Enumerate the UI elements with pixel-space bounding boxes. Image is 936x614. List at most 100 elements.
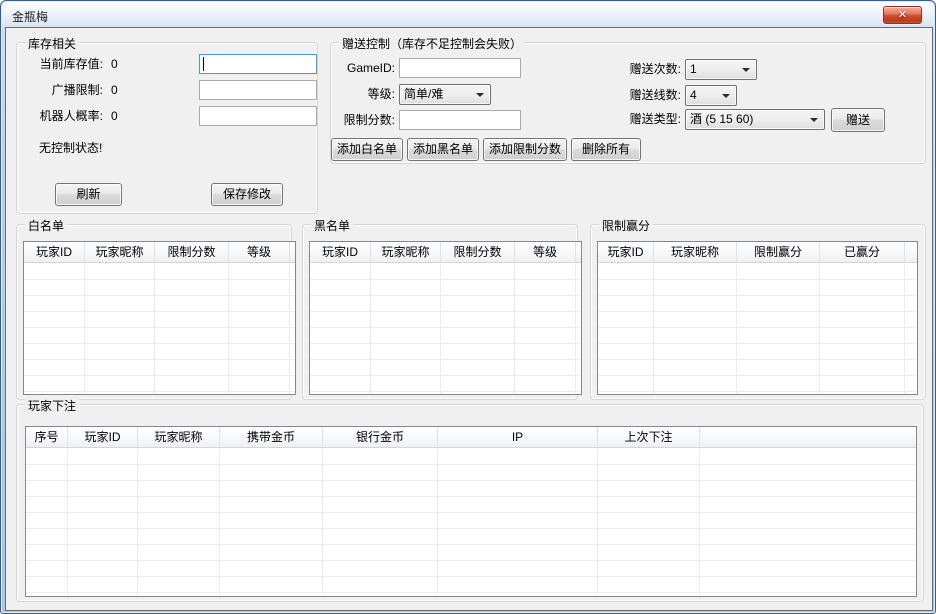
send-gift-button-label: 赠送: [846, 109, 870, 131]
column-header-limitwin-1[interactable]: 玩家昵称: [654, 242, 737, 262]
broadcast-limit-input[interactable]: [199, 80, 317, 100]
column-header-limitwin-3[interactable]: 已赢分: [820, 242, 905, 262]
save-button[interactable]: 保存修改: [211, 183, 283, 206]
add-blacklist-button[interactable]: 添加黑名单: [407, 138, 479, 161]
delete-all-button-label: 删除所有: [582, 139, 630, 160]
column-header-bets-6[interactable]: 上次下注: [598, 427, 700, 447]
table-gridline: [699, 449, 700, 596]
blacklist-table-body[interactable]: [310, 264, 581, 394]
whitelist-group: 白名单 玩家ID玩家昵称限制分数等级: [16, 224, 292, 400]
column-header-whitelist-0[interactable]: 玩家ID: [24, 242, 85, 262]
gift-times-label: 赠送次数:: [617, 59, 681, 79]
gift-lines-select[interactable]: 4: [685, 85, 737, 106]
gameid-label: GameID:: [331, 58, 395, 78]
level-select[interactable]: 简单/难: [399, 84, 491, 105]
gift-type-label: 赠送类型:: [617, 109, 681, 129]
column-header-whitelist-3[interactable]: 等级: [229, 242, 290, 262]
table-gridline: [575, 264, 576, 394]
column-header-bets-1[interactable]: 玩家ID: [68, 427, 138, 447]
window: 金瓶梅 ✕ 库存相关 当前库存值: 0 广播限制: 0 机器人概率: 0 无控制…: [0, 0, 936, 614]
whitelist-table-body[interactable]: [24, 264, 295, 394]
gift-type-select[interactable]: 酒 (5 15 60): [685, 109, 825, 130]
gift-lines-label: 赠送线数:: [617, 85, 681, 105]
current-stock-input[interactable]: [199, 54, 317, 74]
add-limit-score-button[interactable]: 添加限制分数: [483, 138, 567, 161]
delete-all-button[interactable]: 删除所有: [571, 138, 641, 161]
current-stock-value: 0: [111, 54, 118, 74]
table-gridline: [219, 449, 220, 596]
level-label: 等级:: [331, 84, 395, 104]
column-header-whitelist-1[interactable]: 玩家昵称: [85, 242, 155, 262]
add-whitelist-button[interactable]: 添加白名单: [331, 138, 403, 161]
gift-times-value: 1: [690, 60, 697, 79]
column-header-limitwin-2[interactable]: 限制赢分: [737, 242, 820, 262]
gameid-input[interactable]: [399, 58, 521, 78]
table-gridline: [84, 264, 85, 394]
table-gridline: [904, 264, 905, 394]
refresh-button[interactable]: 刷新: [55, 183, 122, 206]
whitelist-table[interactable]: 玩家ID玩家昵称限制分数等级: [23, 241, 296, 395]
table-gridline: [819, 264, 820, 394]
player-bets-group: 玩家下注 序号玩家ID玩家昵称携带金币银行金币IP上次下注: [16, 404, 924, 602]
column-header-filler: [290, 242, 295, 262]
table-gridline: [137, 449, 138, 596]
blacklist-table[interactable]: 玩家ID玩家昵称限制分数等级: [309, 241, 582, 395]
table-gridline: [228, 264, 229, 394]
limit-score-input[interactable]: [399, 110, 521, 130]
column-header-blacklist-1[interactable]: 玩家昵称: [371, 242, 441, 262]
column-header-blacklist-3[interactable]: 等级: [515, 242, 576, 262]
table-gridline: [440, 264, 441, 394]
titlebar[interactable]: 金瓶梅 ✕: [2, 2, 934, 27]
chevron-down-icon: [810, 118, 818, 122]
limit-win-group-label: 限制赢分: [599, 217, 653, 234]
robot-probability-value: 0: [111, 106, 118, 126]
column-header-bets-5[interactable]: IP: [438, 427, 598, 447]
gift-lines-value: 4: [690, 86, 697, 105]
limit-win-table-header: 玩家ID玩家昵称限制赢分已赢分: [598, 242, 917, 263]
send-gift-button[interactable]: 赠送: [831, 108, 885, 132]
column-header-bets-3[interactable]: 携带金币: [220, 427, 323, 447]
column-header-bets-2[interactable]: 玩家昵称: [138, 427, 220, 447]
player-bets-table[interactable]: 序号玩家ID玩家昵称携带金币银行金币IP上次下注: [25, 426, 917, 597]
broadcast-limit-value: 0: [111, 80, 118, 100]
table-gridline: [289, 264, 290, 394]
limit-win-table-body[interactable]: [598, 264, 917, 394]
broadcast-limit-label: 广播限制:: [21, 80, 103, 100]
chevron-down-icon: [476, 93, 484, 97]
column-header-blacklist-2[interactable]: 限制分数: [441, 242, 515, 262]
inventory-group: 库存相关 当前库存值: 0 广播限制: 0 机器人概率: 0 无控制状态! 刷新…: [16, 42, 318, 214]
column-header-bets-0[interactable]: 序号: [26, 427, 68, 447]
limit-win-table[interactable]: 玩家ID玩家昵称限制赢分已赢分: [597, 241, 918, 395]
column-header-filler: [700, 427, 916, 447]
blacklist-group-label: 黑名单: [311, 217, 353, 234]
column-header-limitwin-0[interactable]: 玩家ID: [598, 242, 654, 262]
robot-probability-input[interactable]: [199, 106, 317, 126]
add-blacklist-button-label: 添加黑名单: [413, 139, 473, 160]
gift-control-group: 赠送控制（库存不足控制会失败） GameID: 等级: 简单/难 限制分数: 赠…: [330, 42, 926, 164]
table-gridline: [437, 449, 438, 596]
close-icon: ✕: [898, 9, 907, 21]
column-header-whitelist-2[interactable]: 限制分数: [155, 242, 229, 262]
client-area: 库存相关 当前库存值: 0 广播限制: 0 机器人概率: 0 无控制状态! 刷新…: [5, 27, 933, 611]
close-button[interactable]: ✕: [883, 6, 922, 24]
limit-win-group: 限制赢分 玩家ID玩家昵称限制赢分已赢分: [590, 224, 926, 400]
limit-score-label: 限制分数:: [331, 110, 395, 130]
column-header-filler: [905, 242, 917, 262]
player-bets-table-header: 序号玩家ID玩家昵称携带金币银行金币IP上次下注: [26, 427, 916, 448]
text-caret: [203, 57, 204, 71]
gift-type-value: 酒 (5 15 60): [690, 110, 753, 129]
save-button-label: 保存修改: [223, 184, 271, 205]
column-header-blacklist-0[interactable]: 玩家ID: [310, 242, 371, 262]
current-stock-label: 当前库存值:: [21, 54, 103, 74]
blacklist-group: 黑名单 玩家ID玩家昵称限制分数等级: [302, 224, 578, 400]
player-bets-group-label: 玩家下注: [25, 397, 79, 414]
control-status-text: 无控制状态!: [39, 139, 102, 156]
player-bets-table-body[interactable]: [26, 449, 916, 596]
inventory-group-label: 库存相关: [25, 35, 79, 52]
gift-times-select[interactable]: 1: [685, 59, 757, 80]
chevron-down-icon: [722, 94, 730, 98]
column-header-bets-4[interactable]: 银行金币: [323, 427, 438, 447]
window-title: 金瓶梅: [12, 8, 48, 25]
add-limit-score-button-label: 添加限制分数: [489, 139, 561, 160]
column-header-filler: [576, 242, 581, 262]
